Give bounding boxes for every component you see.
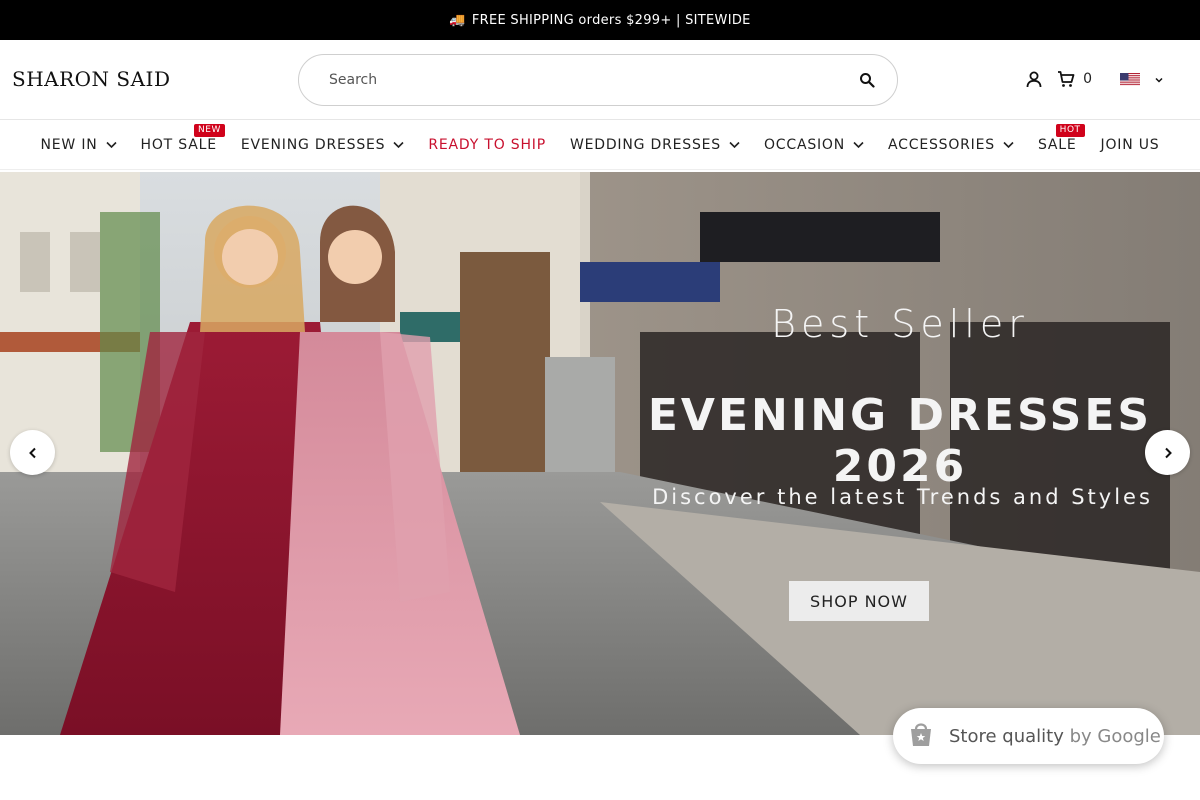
nav-item-wedding-dresses[interactable]: WEDDING DRESSES: [558, 137, 752, 153]
nav-label: ACCESSORIES: [888, 136, 995, 153]
nav-label: READY TO SHIP: [428, 136, 546, 153]
chevron-down-icon: [393, 141, 404, 149]
hot-badge: HOT: [1055, 123, 1085, 137]
shopping-bag-icon: [907, 720, 935, 752]
chevron-right-icon: [1164, 447, 1172, 458]
nav-item-evening-dresses[interactable]: EVENING DRESSES: [229, 137, 417, 153]
badge-text: Store quality by Google: [949, 726, 1161, 747]
google-store-quality-badge[interactable]: Store quality by Google: [893, 708, 1164, 764]
chevron-down-icon: [1003, 141, 1014, 149]
cart-count[interactable]: 0: [1083, 71, 1092, 87]
nav-item-accessories[interactable]: ACCESSORIES: [876, 137, 1026, 153]
nav-item-hot-sale[interactable]: HOT SALE NEW: [129, 123, 229, 153]
nav-label: OCCASION: [763, 136, 846, 153]
hero-kicker: Best Seller: [771, 302, 1029, 346]
truck-icon: 🚚: [449, 12, 466, 28]
chevron-down-icon: [105, 141, 117, 149]
nav-item-ready-to-ship[interactable]: READY TO SHIP: [416, 137, 558, 153]
main-nav: NEW IN HOT SALE NEW EVENING DRESSES READ…: [0, 120, 1200, 170]
shop-now-button[interactable]: SHOP NOW: [789, 581, 929, 621]
cart-icon[interactable]: [1055, 68, 1077, 90]
new-badge: NEW: [194, 123, 225, 137]
hero-text: Best Seller EVENING DRESSES 2026 Discove…: [580, 172, 1200, 735]
nav-label: SALE: [1037, 136, 1077, 153]
nav-label: WEDDING DRESSES: [569, 136, 721, 153]
nav-item-sale[interactable]: SALE HOT: [1026, 123, 1089, 153]
hero-title: EVENING DRESSES 2026: [647, 390, 1153, 492]
badge-label: Store quality: [949, 725, 1064, 747]
chevron-down-icon: [853, 141, 864, 149]
nav-label: NEW IN: [40, 136, 98, 153]
chevron-down-icon[interactable]: [1154, 70, 1164, 89]
header-icons: 0: [1023, 68, 1164, 90]
announcement-text: FREE SHIPPING orders $299+ | SITEWIDE: [471, 12, 751, 28]
search-bar: [298, 54, 898, 106]
nav-item-occasion[interactable]: OCCASION: [752, 137, 876, 153]
carousel-prev-button[interactable]: [10, 430, 55, 475]
hero-banner[interactable]: Best Seller EVENING DRESSES 2026 Discove…: [0, 172, 1200, 735]
nav-label: HOT SALE: [140, 136, 217, 153]
nav-label: JOIN US: [1100, 136, 1160, 153]
nav-item-join-us[interactable]: JOIN US: [1089, 137, 1172, 153]
account-icon[interactable]: [1023, 68, 1045, 90]
us-flag-icon[interactable]: [1120, 72, 1140, 86]
nav-label: EVENING DRESSES: [240, 136, 386, 153]
chevron-left-icon: [28, 447, 36, 458]
chevron-down-icon: [729, 141, 740, 149]
hero-subtitle: Discover the latest Trends and Styles: [652, 485, 1153, 509]
nav-item-new-in[interactable]: NEW IN: [29, 137, 129, 153]
carousel-next-button[interactable]: [1145, 430, 1190, 475]
site-header: SHARON SAID 0: [0, 40, 1200, 120]
announcement-bar: 🚚 FREE SHIPPING orders $299+ | SITEWIDE: [0, 0, 1200, 40]
search-input[interactable]: [329, 72, 857, 88]
site-logo[interactable]: SHARON SAID: [12, 67, 170, 91]
badge-by: by Google: [1069, 725, 1161, 747]
search-icon[interactable]: [857, 70, 877, 90]
